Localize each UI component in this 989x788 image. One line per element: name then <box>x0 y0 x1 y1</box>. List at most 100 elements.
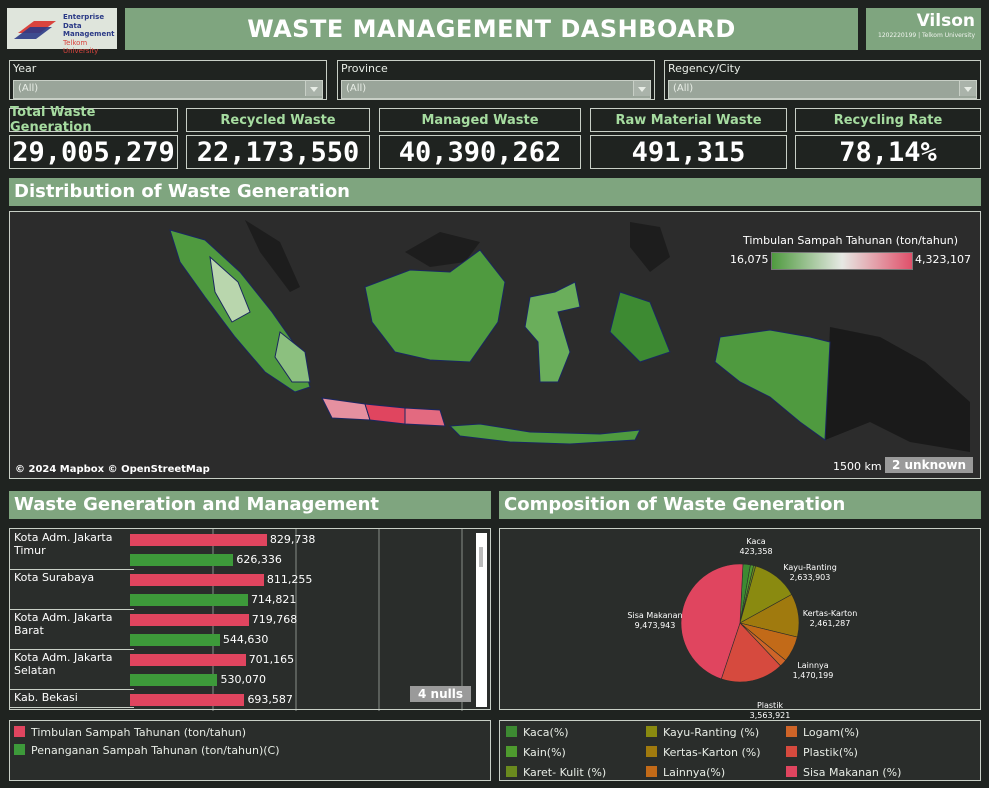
nulls-badge[interactable]: 4 nulls <box>410 686 471 702</box>
scrollbar[interactable] <box>476 533 487 707</box>
kpi-recycling-rate-value: 78,14% <box>795 135 981 169</box>
kpi-raw-material-label: Raw Material Waste <box>590 108 787 132</box>
filter-province: Province (All) <box>337 60 655 100</box>
kpi-total-waste-label: Total Waste Generation <box>9 105 178 135</box>
user-id: 1202220199 | Telkom University <box>878 32 975 39</box>
java-west-shape <box>321 397 371 421</box>
bar-row-label-kota-adm-jakarta-selatan: Kota Adm. Jakarta Selatan <box>10 651 134 690</box>
filter-regency-city-value: (All) <box>673 83 694 94</box>
logo-mark-icon <box>14 21 56 39</box>
png-shape <box>825 327 970 452</box>
chevron-down-icon[interactable] <box>305 81 322 96</box>
bar-row-label-kota-adm-jakarta-timur: Kota Adm. Jakarta Timur <box>10 531 134 570</box>
bar-value-label: 719,768 <box>251 613 298 626</box>
chevron-down-icon[interactable] <box>959 81 976 96</box>
pie-label-kayu-ranting: Kayu-Ranting 2,633,903 <box>783 563 837 582</box>
papua-shape <box>714 329 831 441</box>
legend-swatch <box>646 766 657 777</box>
kpi-total-waste-value: 29,005,279 <box>9 135 178 169</box>
bar-value-label: 544,630 <box>222 633 269 646</box>
filter-province-select[interactable]: (All) <box>341 80 651 99</box>
filter-province-value: (All) <box>346 83 367 94</box>
map-scale-label: 1500 km <box>833 460 882 473</box>
pie-chart-legend: Kaca(%) Kayu-Ranting (%) Logam(%) Kain(%) Ke… <box>499 720 981 781</box>
bars-section-title: Waste Generation and Management <box>9 491 491 519</box>
pie-legend-item[interactable]: Lainnya(%) <box>646 766 725 779</box>
user-card: Vilson 1202220199 | Telkom University <box>866 8 981 50</box>
bar-row-label-kab-bekasi: Kab. Bekasi <box>10 691 134 708</box>
legend-swatch <box>646 726 657 737</box>
waste-distribution-map[interactable]: Timbulan Sampah Tahunan (ton/tahun) 16,0… <box>9 211 981 479</box>
kpi-managed-waste-value: 40,390,262 <box>379 135 581 169</box>
filter-regency-city: Regency/City (All) <box>664 60 981 100</box>
bar-penanganan-kota-surabaya[interactable] <box>130 594 248 606</box>
legend-item-penanganan[interactable]: Penanganan Sampah Tahunan (ton/tahun)(C) <box>14 744 280 757</box>
bar-value-label: 714,821 <box>250 593 297 606</box>
map-legend-min: 16,075 <box>730 253 769 266</box>
kpi-managed-waste-label: Managed Waste <box>379 108 581 132</box>
pie-section-title: Composition of Waste Generation <box>499 491 981 519</box>
waste-generation-bar-chart[interactable]: Kota Adm. Jakarta Timur 829,738 626,336 Kot… <box>9 528 491 711</box>
bar-timbulan-kota-adm-jakarta-barat[interactable] <box>130 614 249 626</box>
scrollbar-thumb[interactable] <box>479 547 483 567</box>
legend-swatch <box>646 746 657 757</box>
bar-value-label: 626,336 <box>236 553 282 566</box>
map-section-title: Distribution of Waste Generation <box>9 178 981 206</box>
pie-label-kaca: Kaca 423,358 <box>739 537 773 556</box>
map-copyright[interactable]: © 2024 Mapbox © OpenStreetMap <box>15 464 210 475</box>
pie-label-lainnya: Lainnya 1,470,199 <box>792 661 834 680</box>
bar-chart-legend: Timbulan Sampah Tahunan (ton/tahun) Pena… <box>9 720 491 781</box>
legend-swatch <box>14 744 25 755</box>
kpi-recycling-rate-label: Recycling Rate <box>795 108 981 132</box>
bar-value-label: 829,738 <box>269 533 316 546</box>
bar-value-label: 701,165 <box>248 653 295 666</box>
filter-year-select[interactable]: (All) <box>13 80 323 99</box>
legend-swatch <box>786 766 797 777</box>
pie-legend-item[interactable]: Kertas-Karton (%) <box>646 746 761 759</box>
bar-value-label: 693,587 <box>247 693 293 706</box>
filter-year-value: (All) <box>18 83 39 94</box>
pie-legend-item[interactable]: Sisa Makanan (%) <box>786 766 901 779</box>
pie-legend-item[interactable]: Plastik(%) <box>786 746 858 759</box>
pie-legend-item[interactable]: Kaca(%) <box>506 726 569 739</box>
pie-legend-item[interactable]: Karet- Kulit (%) <box>506 766 606 779</box>
bar-penanganan-kota-adm-jakarta-barat[interactable] <box>130 634 220 646</box>
bar-timbulan-kab-bekasi[interactable] <box>130 694 245 706</box>
filter-regency-city-select[interactable]: (All) <box>668 80 977 99</box>
malaysia-shape <box>245 220 300 292</box>
waste-composition-pie-chart[interactable]: Kaca 423,358 Kayu-Ranting 2,633,903 Kertas-K… <box>499 528 981 720</box>
bar-timbulan-kota-adm-jakarta-selatan[interactable] <box>130 654 246 666</box>
kpi-recycled-waste-label: Recycled Waste <box>186 108 370 132</box>
legend-swatch <box>786 726 797 737</box>
bar-timbulan-kota-adm-jakarta-timur[interactable] <box>130 534 267 546</box>
pie-legend-item[interactable]: Kain(%) <box>506 746 566 759</box>
legend-item-timbulan[interactable]: Timbulan Sampah Tahunan (ton/tahun) <box>14 726 246 739</box>
kalimantan-shape <box>364 249 506 363</box>
bar-value-label: 811,255 <box>266 573 313 586</box>
java-central-shape <box>364 403 406 425</box>
user-name: Vilson <box>916 11 975 31</box>
bar-row-label-kota-adm-jakarta-barat: Kota Adm. Jakarta Barat <box>10 611 134 650</box>
kpi-recycled-waste-value: 22,173,550 <box>186 135 370 169</box>
bar-penanganan-kota-adm-jakarta-selatan[interactable] <box>130 674 218 686</box>
bar-timbulan-kota-surabaya[interactable] <box>130 574 264 586</box>
logo-text: Enterprise Data Management Telkom Univer… <box>63 13 115 55</box>
nusa-tenggara-shape <box>448 423 641 445</box>
bar-penanganan-kota-adm-jakarta-timur[interactable] <box>130 554 234 566</box>
kpi-raw-material-value: 491,315 <box>590 135 787 169</box>
java-east-shape <box>404 407 446 427</box>
filter-year: Year (All) <box>9 60 327 100</box>
enterprise-data-management-logo: Enterprise Data Management Telkom Univer… <box>7 8 117 55</box>
pie-legend-item[interactable]: Kayu-Ranting (%) <box>646 726 759 739</box>
legend-swatch <box>506 746 517 757</box>
chevron-down-icon[interactable] <box>633 81 650 96</box>
pie-label-sisa-makanan: Sisa Makanan 9,473,943 <box>627 611 683 630</box>
philippines-shape <box>630 222 670 272</box>
sulawesi-shape <box>524 281 581 383</box>
dashboard-title-bar: WASTE MANAGEMENT DASHBOARD <box>125 8 858 50</box>
pie-legend-item[interactable]: Logam(%) <box>786 726 859 739</box>
bar-row-label-kota-surabaya: Kota Surabaya <box>10 571 134 610</box>
maluku-shape <box>609 291 671 363</box>
unknown-badge[interactable]: 2 unknown <box>884 457 973 473</box>
pie-label-plastik: Plastik 3,563,921 <box>749 701 791 720</box>
